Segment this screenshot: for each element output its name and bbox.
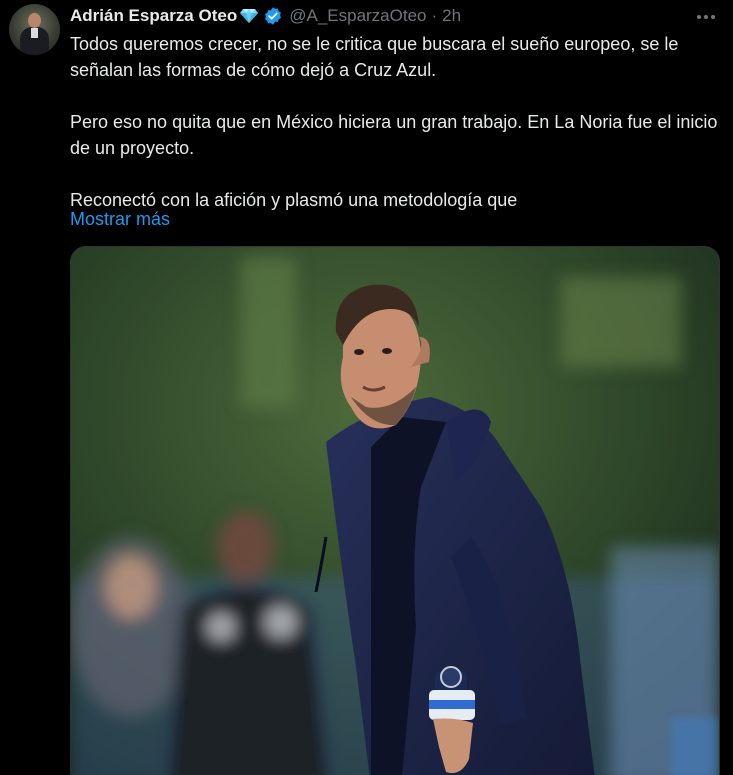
tweet-header: Adrián Esparza Oteo @A_EsparzaOteo · 2h bbox=[70, 4, 461, 28]
tweet-timestamp[interactable]: 2h bbox=[442, 6, 461, 26]
tweet-media-photo[interactable] bbox=[70, 246, 720, 775]
author-handle[interactable]: @A_EsparzaOteo bbox=[289, 6, 426, 26]
tweet-text: Todos queremos crecer, no se le critica … bbox=[70, 31, 722, 213]
tweet[interactable]: Adrián Esparza Oteo @A_EsparzaOteo · 2h bbox=[0, 0, 733, 775]
avatar-shirt bbox=[31, 28, 38, 38]
diamond-icon bbox=[239, 8, 259, 24]
separator-dot: · bbox=[431, 6, 438, 25]
coach-photo bbox=[71, 247, 719, 775]
tweet-paragraph: Pero eso no quita que en México hiciera … bbox=[70, 112, 718, 158]
show-more-link[interactable]: Mostrar más bbox=[70, 206, 170, 232]
author-name[interactable]: Adrián Esparza Oteo bbox=[70, 6, 237, 26]
tweet-paragraph: Todos queremos crecer, no se le critica … bbox=[70, 34, 679, 80]
verified-badge-icon bbox=[263, 6, 283, 26]
avatar[interactable] bbox=[9, 4, 60, 55]
avatar-head bbox=[28, 13, 41, 28]
more-options-icon[interactable] bbox=[694, 5, 718, 29]
